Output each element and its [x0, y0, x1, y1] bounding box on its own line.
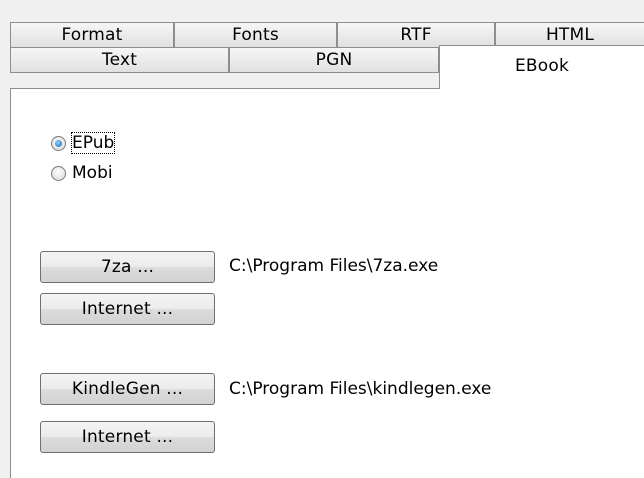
browse-7za-button[interactable]: 7za ...	[40, 251, 215, 283]
tab-html[interactable]: HTML	[495, 22, 644, 47]
7za-internet-button[interactable]: Internet ...	[40, 293, 215, 325]
mobi-option[interactable]: Mobi	[51, 163, 113, 183]
options-tab-strip: Format Fonts RTF HTML Text PGN EBook	[10, 22, 644, 89]
epub-label: EPub	[70, 132, 116, 154]
mobi-radio-button[interactable]	[51, 165, 66, 181]
epub-option[interactable]: EPub	[51, 132, 116, 154]
tab-rtf[interactable]: RTF	[337, 22, 495, 47]
tab-format[interactable]: Format	[10, 22, 174, 47]
radio-selected-dot	[55, 139, 62, 147]
tab-fonts[interactable]: Fonts	[174, 22, 337, 47]
browse-kindlegen-button[interactable]: KindleGen ...	[40, 373, 215, 405]
kindlegen-internet-button[interactable]: Internet ...	[40, 421, 215, 453]
7za-path: C:\Program Files\7za.exe	[229, 256, 439, 276]
tab-text[interactable]: Text	[10, 47, 229, 73]
tab-ebook[interactable]: EBook	[439, 45, 644, 89]
kindlegen-path: C:\Program Files\kindlegen.exe	[229, 379, 492, 399]
epub-radio-button[interactable]	[51, 135, 66, 151]
mobi-label: Mobi	[72, 163, 113, 183]
tab-pgn[interactable]: PGN	[229, 47, 439, 73]
